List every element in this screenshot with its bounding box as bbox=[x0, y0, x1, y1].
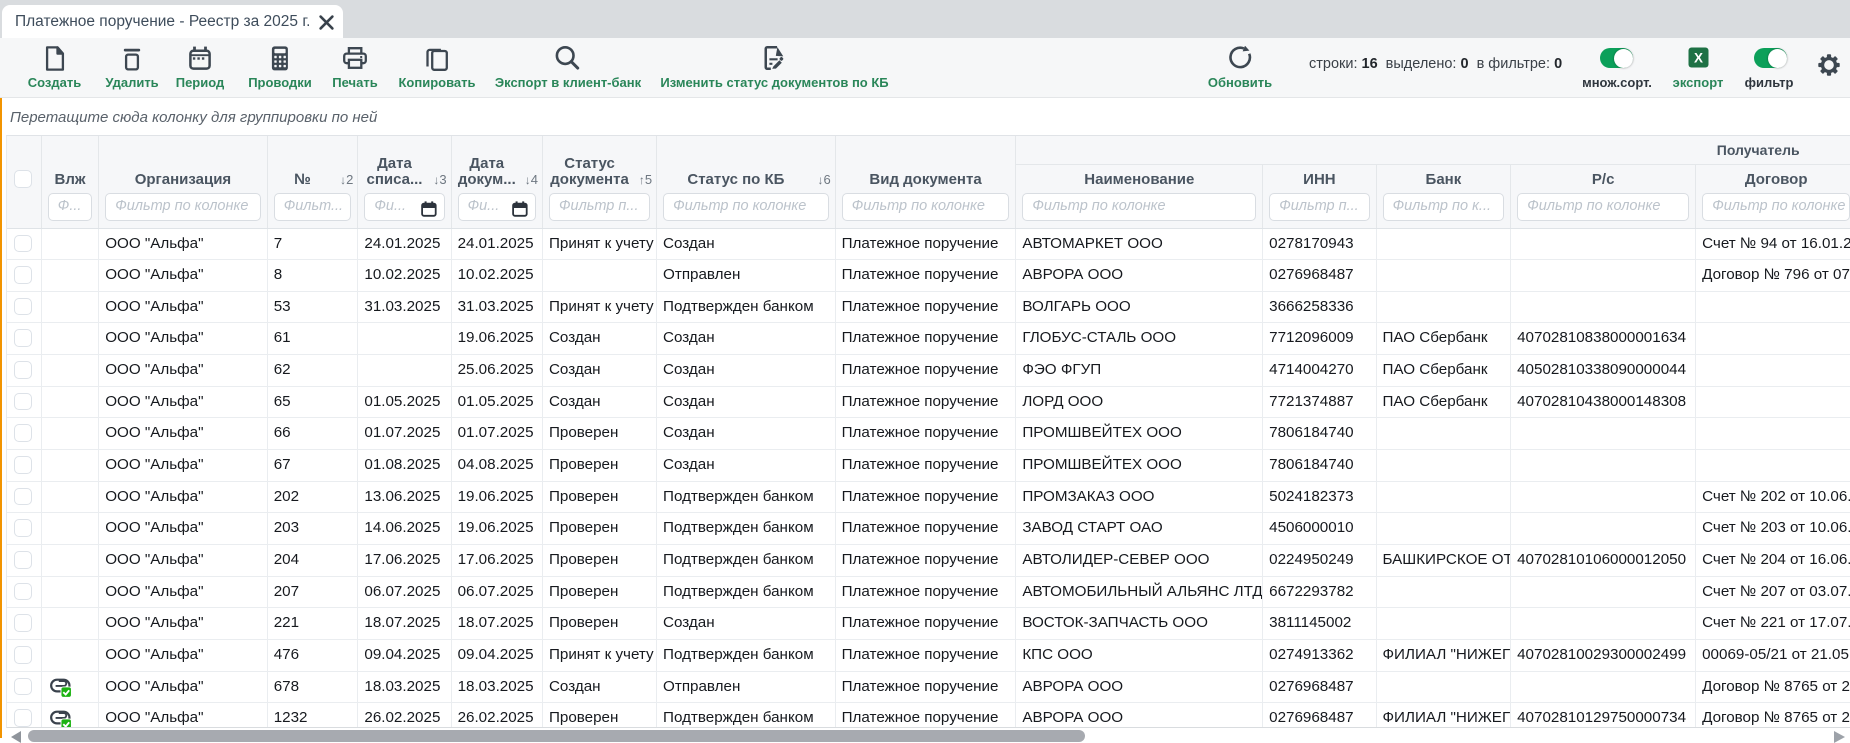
svg-text:X: X bbox=[1694, 50, 1703, 65]
